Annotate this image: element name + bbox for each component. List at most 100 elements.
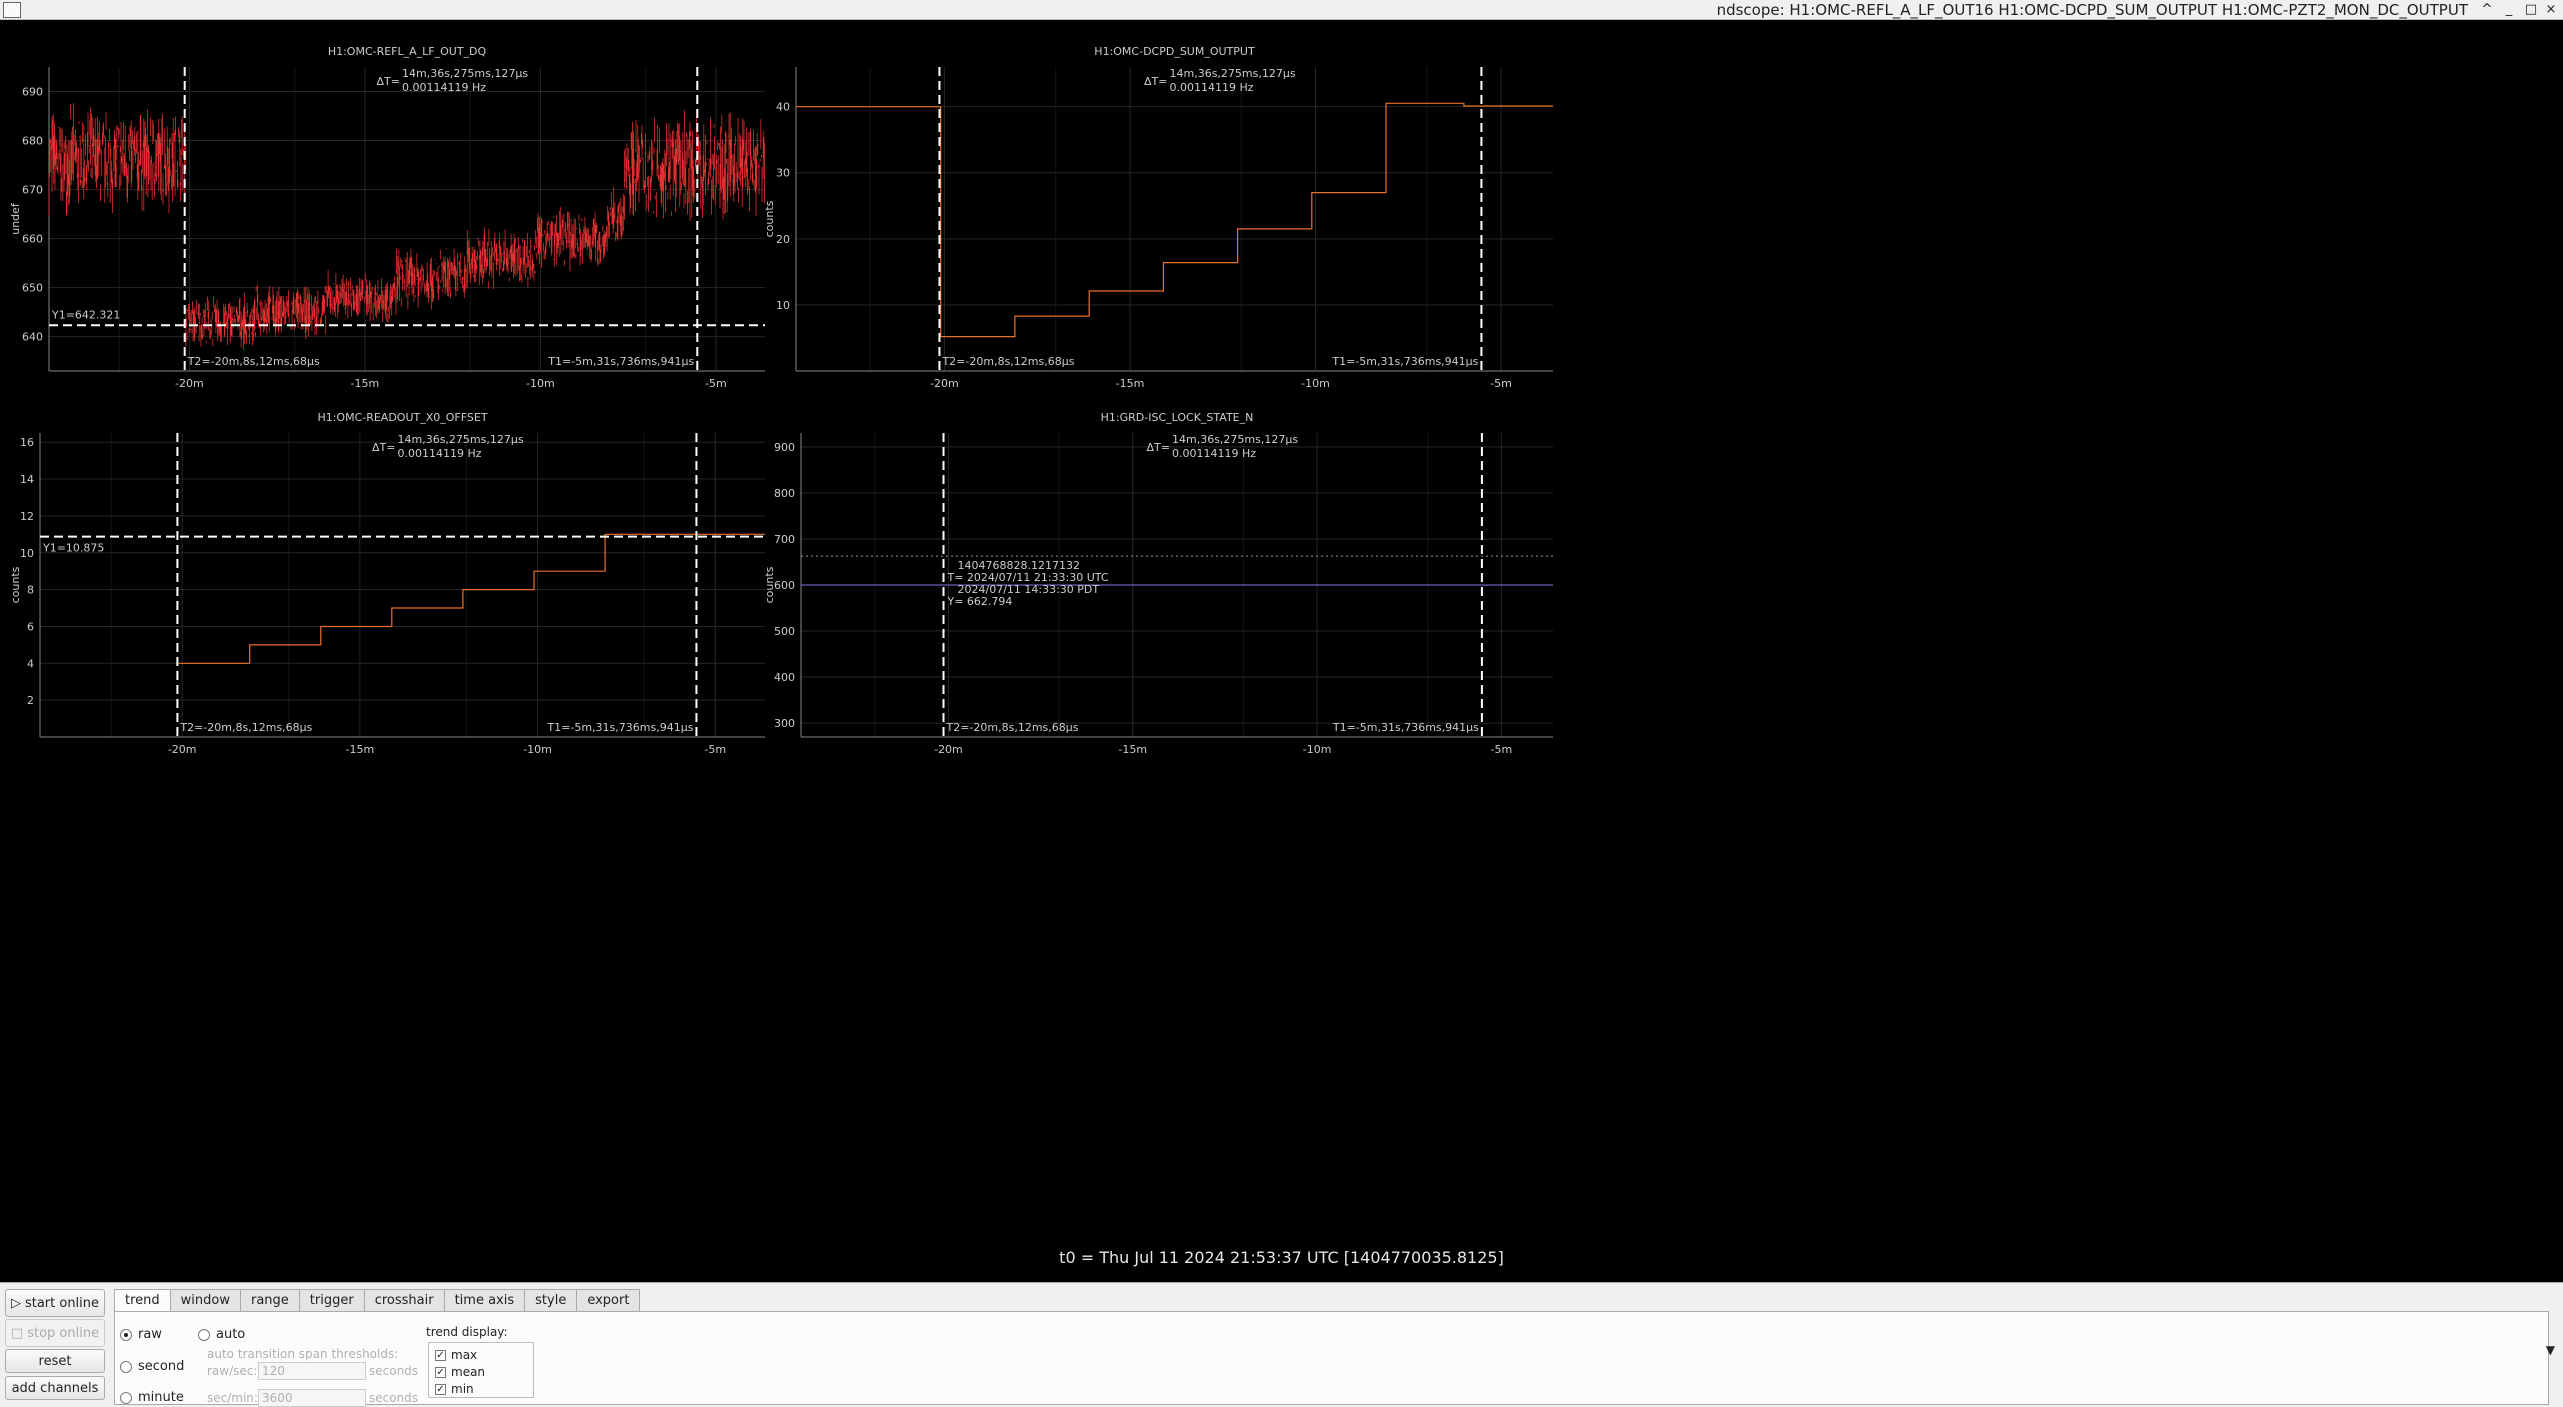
x-tick-label: -20m <box>934 743 963 756</box>
y-tick-label: 6 <box>27 620 34 633</box>
y-axis-label: undef <box>9 202 22 235</box>
y-tick-label: 670 <box>22 184 43 197</box>
tab-time-axis[interactable]: time axis <box>443 1289 526 1311</box>
tab-style[interactable]: style <box>524 1289 578 1311</box>
y-tick-label: 650 <box>22 282 43 295</box>
cursor-label: T1=-5m,31s,736ms,941µs <box>1332 721 1479 734</box>
cursor-label: T1=-5m,31s,736ms,941µs <box>546 721 693 734</box>
radio-second[interactable]: second <box>120 1359 184 1374</box>
x-tick-label: -5m <box>704 743 726 756</box>
y-tick-label: 700 <box>774 533 795 546</box>
raw-sec-input: 120 <box>258 1362 366 1380</box>
trace-series <box>796 102 1553 338</box>
x-tick-label: -20m <box>175 377 204 390</box>
check-mean[interactable]: ✓ mean <box>435 1365 485 1379</box>
y-tick-label: 4 <box>27 657 34 670</box>
x-tick-label: -20m <box>168 743 197 756</box>
tab-trigger[interactable]: trigger <box>298 1289 365 1311</box>
radio-second-indicator[interactable] <box>120 1360 132 1373</box>
radio-auto[interactable]: auto <box>198 1327 245 1342</box>
keep-above-button[interactable]: ^ <box>2477 0 2497 20</box>
x-tick-label: -15m <box>1118 743 1147 756</box>
y-tick-label: 8 <box>27 584 34 597</box>
delta-t-frequency: 0.00114119 Hz <box>402 81 486 94</box>
y-tick-label: 10 <box>776 299 790 312</box>
sec-min-unit: seconds <box>369 1391 419 1405</box>
expand-down-icon[interactable]: ▼ <box>2546 1343 2555 1357</box>
check-max-box[interactable]: ✓ <box>435 1349 446 1361</box>
trend-display-label: trend display: <box>426 1325 508 1339</box>
trend-display-group: ✓ max ✓ mean ✓ min <box>428 1342 534 1398</box>
cursor-label: T1=-5m,31s,736ms,941µs <box>547 355 694 368</box>
delta-t-frequency: 0.00114119 Hz <box>398 447 482 460</box>
y-tick-label: 30 <box>776 167 790 180</box>
minimize-button[interactable]: _ <box>2499 0 2519 20</box>
delta-t-label: ΔT= <box>377 75 400 88</box>
x-tick-label: -15m <box>1116 377 1145 390</box>
plot-title: H1:OMC-REFL_A_LF_OUT_DQ <box>328 45 487 58</box>
cursor-label: T2=-20m,8s,12ms,68µs <box>946 721 1079 734</box>
y-tick-label: 690 <box>22 86 43 99</box>
x-tick-label: -5m <box>1491 743 1513 756</box>
delta-t-label: ΔT= <box>1147 441 1170 454</box>
radio-minute[interactable]: minute <box>120 1390 184 1405</box>
radio-raw[interactable]: raw <box>120 1327 162 1342</box>
cursor-label: T1=-5m,31s,736ms,941µs <box>1331 355 1478 368</box>
play-icon: ▷ <box>10 1295 21 1311</box>
delta-t-frequency: 0.00114119 Hz <box>1170 81 1254 94</box>
control-panel: ▷ start online □ stop online reset add cha… <box>0 1282 2563 1407</box>
x-tick-label: -5m <box>1490 377 1512 390</box>
window-titlebar: ndscope: H1:OMC-REFL_A_LF_OUT16 H1:OMC-D… <box>0 0 2563 20</box>
raw-sec-unit: seconds <box>369 1364 419 1378</box>
y-axis-label: counts <box>9 566 22 603</box>
y-tick-label: 10 <box>20 547 34 560</box>
tab-bar: trend window range trigger crosshair tim… <box>114 1289 641 1312</box>
tab-range[interactable]: range <box>239 1289 300 1311</box>
radio-raw-indicator[interactable] <box>120 1328 132 1341</box>
y-tick-label: 680 <box>22 135 43 148</box>
check-min-box[interactable]: ✓ <box>435 1383 446 1395</box>
radio-minute-indicator[interactable] <box>120 1391 132 1404</box>
plot-title: H1:GRD-ISC_LOCK_STATE_N <box>1101 411 1254 424</box>
y-axis-label: counts <box>763 566 776 603</box>
x-tick-label: -5m <box>705 377 727 390</box>
delta-t-value: 14m,36s,275ms,127µs <box>1170 67 1296 80</box>
y-tick-label: 660 <box>22 233 43 246</box>
y-tick-label: 20 <box>776 233 790 246</box>
check-min[interactable]: ✓ min <box>435 1382 474 1396</box>
close-button[interactable]: × <box>2541 0 2561 20</box>
y-tick-label: 2 <box>27 694 34 707</box>
y-tick-label: 500 <box>774 625 795 638</box>
trace-series <box>178 533 765 664</box>
plot-area[interactable]: H1:OMC-REFL_A_LF_OUT_DQ -20m -15m -10m -5m 64… <box>5 21 2558 1282</box>
check-mean-box[interactable]: ✓ <box>435 1366 446 1378</box>
radio-auto-indicator[interactable] <box>198 1328 210 1341</box>
tab-window[interactable]: window <box>169 1289 241 1311</box>
reset-button[interactable]: reset <box>5 1349 105 1373</box>
delta-t-value: 14m,36s,275ms,127µs <box>402 67 528 80</box>
x-tick-label: -15m <box>346 743 375 756</box>
y-tick-label: 900 <box>774 441 795 454</box>
add-channels-button[interactable]: add channels <box>5 1376 105 1400</box>
start-online-button[interactable]: ▷ start online <box>5 1289 105 1317</box>
check-max[interactable]: ✓ max <box>435 1348 477 1362</box>
raw-sec-label: raw/sec: <box>207 1364 258 1378</box>
window-title: ndscope: H1:OMC-REFL_A_LF_OUT16 H1:OMC-D… <box>1716 1 2468 19</box>
t0-label: t0 = Thu Jul 11 2024 21:53:37 UTC [14047… <box>1059 1248 1504 1267</box>
tab-crosshair[interactable]: crosshair <box>363 1289 445 1311</box>
cursor-label: T2=-20m,8s,12ms,68µs <box>941 355 1074 368</box>
tab-export[interactable]: export <box>576 1289 641 1311</box>
crosshair-readout: Y= 662.794 <box>947 595 1013 608</box>
sec-min-label: sec/min: <box>207 1391 258 1405</box>
y-tick-label: 40 <box>776 101 790 114</box>
y-tick-label: 16 <box>20 436 34 449</box>
stop-icon: □ <box>10 1325 24 1341</box>
plot-title: H1:OMC-DCPD_SUM_OUTPUT <box>1094 45 1255 58</box>
x-tick-label: -20m <box>930 377 959 390</box>
y-cursor-label: Y1=10.875 <box>42 542 104 555</box>
maximize-button[interactable]: □ <box>2521 0 2541 20</box>
plots-canvas[interactable]: H1:OMC-REFL_A_LF_OUT_DQ-20m -15m -10m -5m64… <box>5 21 2558 1282</box>
plot-title: H1:OMC-READOUT_X0_OFFSET <box>317 411 487 424</box>
tab-trend[interactable]: trend <box>114 1289 171 1312</box>
y-tick-label: 400 <box>774 671 795 684</box>
